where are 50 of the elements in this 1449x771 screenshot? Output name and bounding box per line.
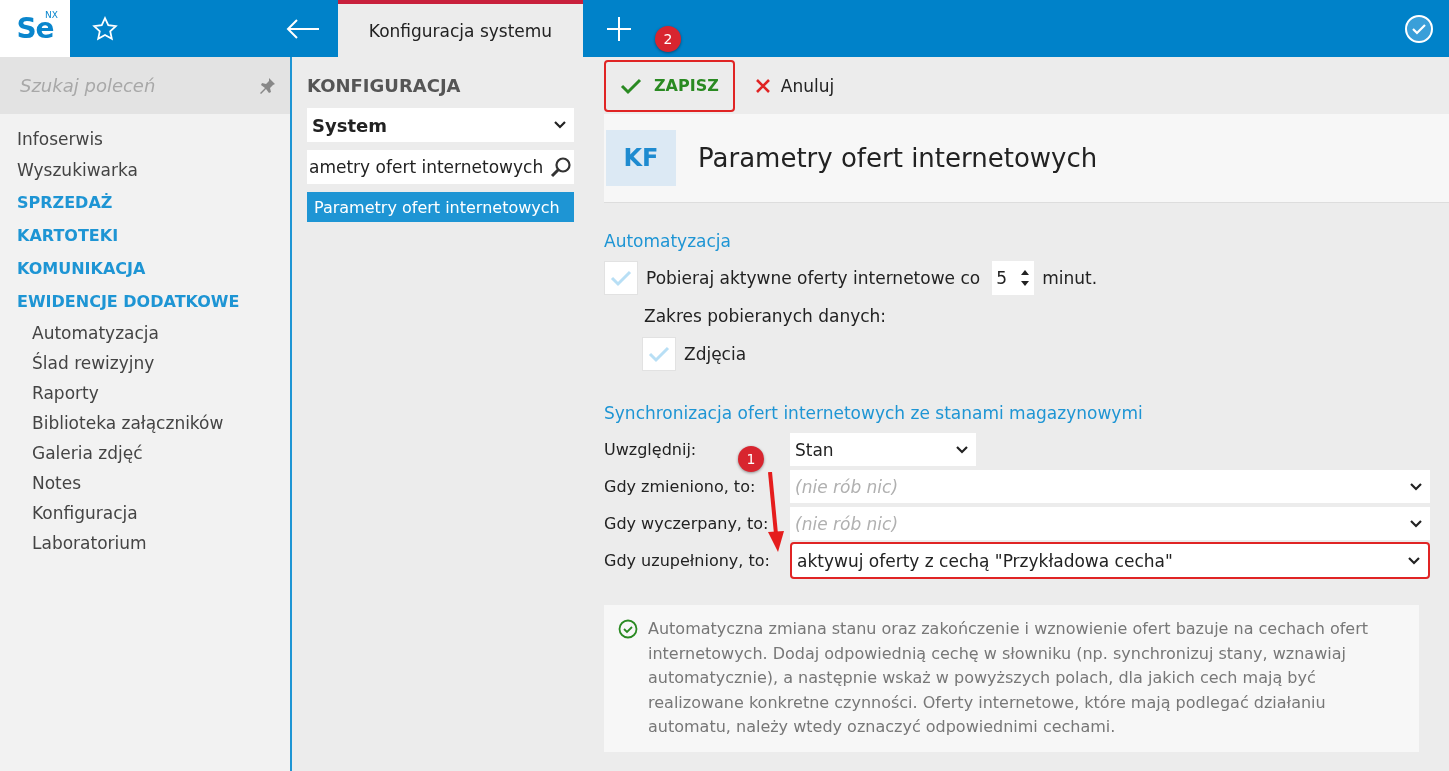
- check-icon: [648, 345, 670, 363]
- sidebar-item[interactable]: Ślad rewizyjny: [17, 348, 290, 378]
- sidebar-item[interactable]: Biblioteka załączników: [17, 408, 290, 438]
- field-label: Gdy uzupełniony, to:: [604, 551, 770, 570]
- chevron-down-icon: [956, 445, 968, 454]
- dropdown[interactable]: aktywuj oferty z cechą "Przykładowa cecha": [790, 542, 1430, 579]
- search-field[interactable]: Szukaj poleceń: [0, 57, 290, 114]
- sidebar-item[interactable]: Notes: [17, 468, 290, 498]
- cancel-button[interactable]: Anuluj: [748, 74, 841, 97]
- section-title: Synchronizacja ofert internetowych ze stanami magazynowymi: [604, 403, 1144, 423]
- step-marker: 1: [738, 446, 764, 472]
- close-icon: [754, 77, 771, 94]
- check-icon: [610, 269, 632, 287]
- field-label: Gdy wyczerpany, to:: [604, 514, 769, 533]
- sidebar-item[interactable]: Automatyzacja: [17, 318, 290, 348]
- checkbox[interactable]: [642, 337, 676, 371]
- field-label: Gdy zmieniono, to:: [604, 477, 756, 496]
- chevron-down-icon: [1410, 519, 1422, 528]
- search-field[interactable]: ametry ofert internetowych: [307, 150, 574, 184]
- app-logo: SeNX: [0, 0, 70, 57]
- panel-title: KONFIGURACJA: [307, 75, 462, 96]
- dropdown[interactable]: Stan: [790, 433, 976, 466]
- check-icon: [620, 76, 642, 95]
- check-circle-icon: [618, 619, 638, 639]
- sidebar-item[interactable]: Raporty: [17, 378, 290, 408]
- sidebar-item[interactable]: Laboratorium: [17, 528, 290, 558]
- search-input[interactable]: Szukaj poleceń: [18, 74, 250, 97]
- chevron-down-icon: [1410, 482, 1422, 491]
- chevron-down-icon: [1408, 556, 1420, 565]
- section-title: Automatyzacja: [604, 231, 732, 251]
- page-title: Parametry ofert internetowych: [698, 143, 1098, 173]
- field-label: Zakres pobieranych danych:: [644, 306, 887, 326]
- tab[interactable]: Konfiguracja systemu: [338, 0, 583, 57]
- category-select[interactable]: System: [307, 108, 574, 142]
- checkbox-label: Zdjęcia: [684, 344, 747, 364]
- unit-label: minut.: [1042, 268, 1098, 288]
- number-spinner[interactable]: 5: [992, 261, 1035, 295]
- sidebar-item[interactable]: Galeria zdjęć: [17, 438, 290, 468]
- chevron-down-icon: [554, 121, 566, 129]
- search-icon[interactable]: [550, 156, 572, 178]
- pin-icon[interactable]: [258, 76, 276, 95]
- field-label: Uwzględnij:: [604, 440, 697, 459]
- sidebar-item[interactable]: Wyszukiwarka: [17, 155, 290, 186]
- checkbox[interactable]: [604, 261, 638, 295]
- sidebar-item[interactable]: Infoserwis: [17, 124, 290, 155]
- sidebar-item[interactable]: Konfiguracja: [17, 498, 290, 528]
- info-text: Automatyczna zmiana stanu oraz zakończenie i wznowienie ofert bazuje na cechach ofert internetowych. Dodaj odpowiednią cechę w słowniku (np. synchronizuj stany, wznawiaj automatycznie), a następnie wskaż w powyższych polach, dla jakich cech mają być realizowane konkretne czynności. Oferty internetowe, które mają podlegać działaniu automatu, należy wtedy oznaczyć odpowiednimi cechami.: [648, 618, 1370, 738]
- save-button[interactable]: ZAPISZ: [604, 59, 735, 112]
- checkbox-label: Pobieraj aktywne oferty internetowe co: [646, 268, 981, 288]
- module-badge: KF: [606, 130, 676, 186]
